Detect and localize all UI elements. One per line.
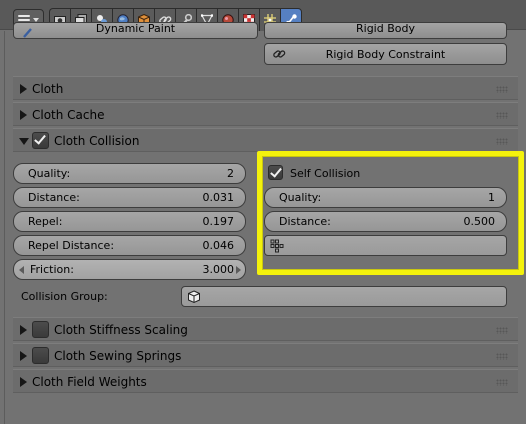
dynamic-paint-button[interactable]: Dynamic Paint [13,22,258,39]
field-label: Repel Distance: [28,239,115,252]
field-value: 2 [227,167,234,180]
rigid-body-constraint-button[interactable]: Rigid Body Constraint [264,43,507,65]
drag-grip-icon[interactable] [496,379,508,386]
decrement-arrow-icon[interactable] [19,266,24,274]
panel-title: Cloth Sewing Springs [54,349,182,363]
cloth-collision-checkbox[interactable] [32,132,49,149]
panel-header-cloth-stiffness-scaling[interactable]: Cloth Stiffness Scaling [13,317,518,341]
collapse-arrow-icon [20,351,27,361]
panel-header-cloth-cache[interactable]: Cloth Cache [13,102,518,126]
rigid-body-constraint-label: Rigid Body Constraint [325,47,446,61]
panel-title: Cloth Cache [32,108,105,122]
collapse-arrow-icon [20,377,27,387]
increment-arrow-icon[interactable] [236,266,241,274]
panel-title: Cloth Field Weights [32,375,147,389]
repel-field[interactable]: Repel: 0.197 [13,211,246,232]
dynamic-paint-label: Dynamic Paint [95,22,176,35]
expand-arrow-icon [19,138,29,145]
highlight-box [257,151,524,275]
drag-grip-icon[interactable] [496,353,508,360]
constraint-link-icon [273,48,286,63]
group-icon [187,290,201,307]
drag-grip-icon[interactable] [496,327,508,334]
panel-header-cloth-sewing-springs[interactable]: Cloth Sewing Springs [13,343,518,367]
panel-header-cloth[interactable]: Cloth [13,76,518,100]
collapse-arrow-icon [20,325,27,335]
field-label: Distance: [28,191,80,204]
collapse-arrow-icon [20,110,27,120]
drag-grip-icon[interactable] [496,138,508,145]
rigid-body-button[interactable]: Rigid Body [264,22,507,39]
panel-title: Cloth [32,82,64,96]
collision-group-label: Collision Group: [21,290,108,303]
rigid-body-label: Rigid Body [356,22,415,35]
collision-group-field[interactable] [181,286,507,307]
field-value: 3.000 [202,263,235,276]
collapse-arrow-icon [20,84,27,94]
stiffness-scaling-checkbox[interactable] [32,321,49,338]
field-label: Repel: [28,215,63,228]
brush-icon [22,26,34,41]
field-label: Friction: [30,263,74,276]
field-label: Quality: [28,167,71,180]
panel-title: Cloth Collision [54,134,140,148]
field-value: 0.031 [202,191,235,204]
collision-quality-field[interactable]: Quality: 2 [13,163,246,184]
panel-title: Cloth Stiffness Scaling [54,323,188,337]
panel-header-cloth-field-weights[interactable]: Cloth Field Weights [13,369,518,393]
field-value: 0.046 [202,239,235,252]
panel-header-cloth-collision[interactable]: Cloth Collision [13,128,518,152]
repel-distance-field[interactable]: Repel Distance: 0.046 [13,235,246,256]
field-value: 0.197 [202,215,235,228]
collision-distance-field[interactable]: Distance: 0.031 [13,187,246,208]
drag-grip-icon[interactable] [496,112,508,119]
friction-field[interactable]: Friction: 3.000 [13,259,246,280]
sewing-springs-checkbox[interactable] [32,347,49,364]
drag-grip-icon[interactable] [496,86,508,93]
